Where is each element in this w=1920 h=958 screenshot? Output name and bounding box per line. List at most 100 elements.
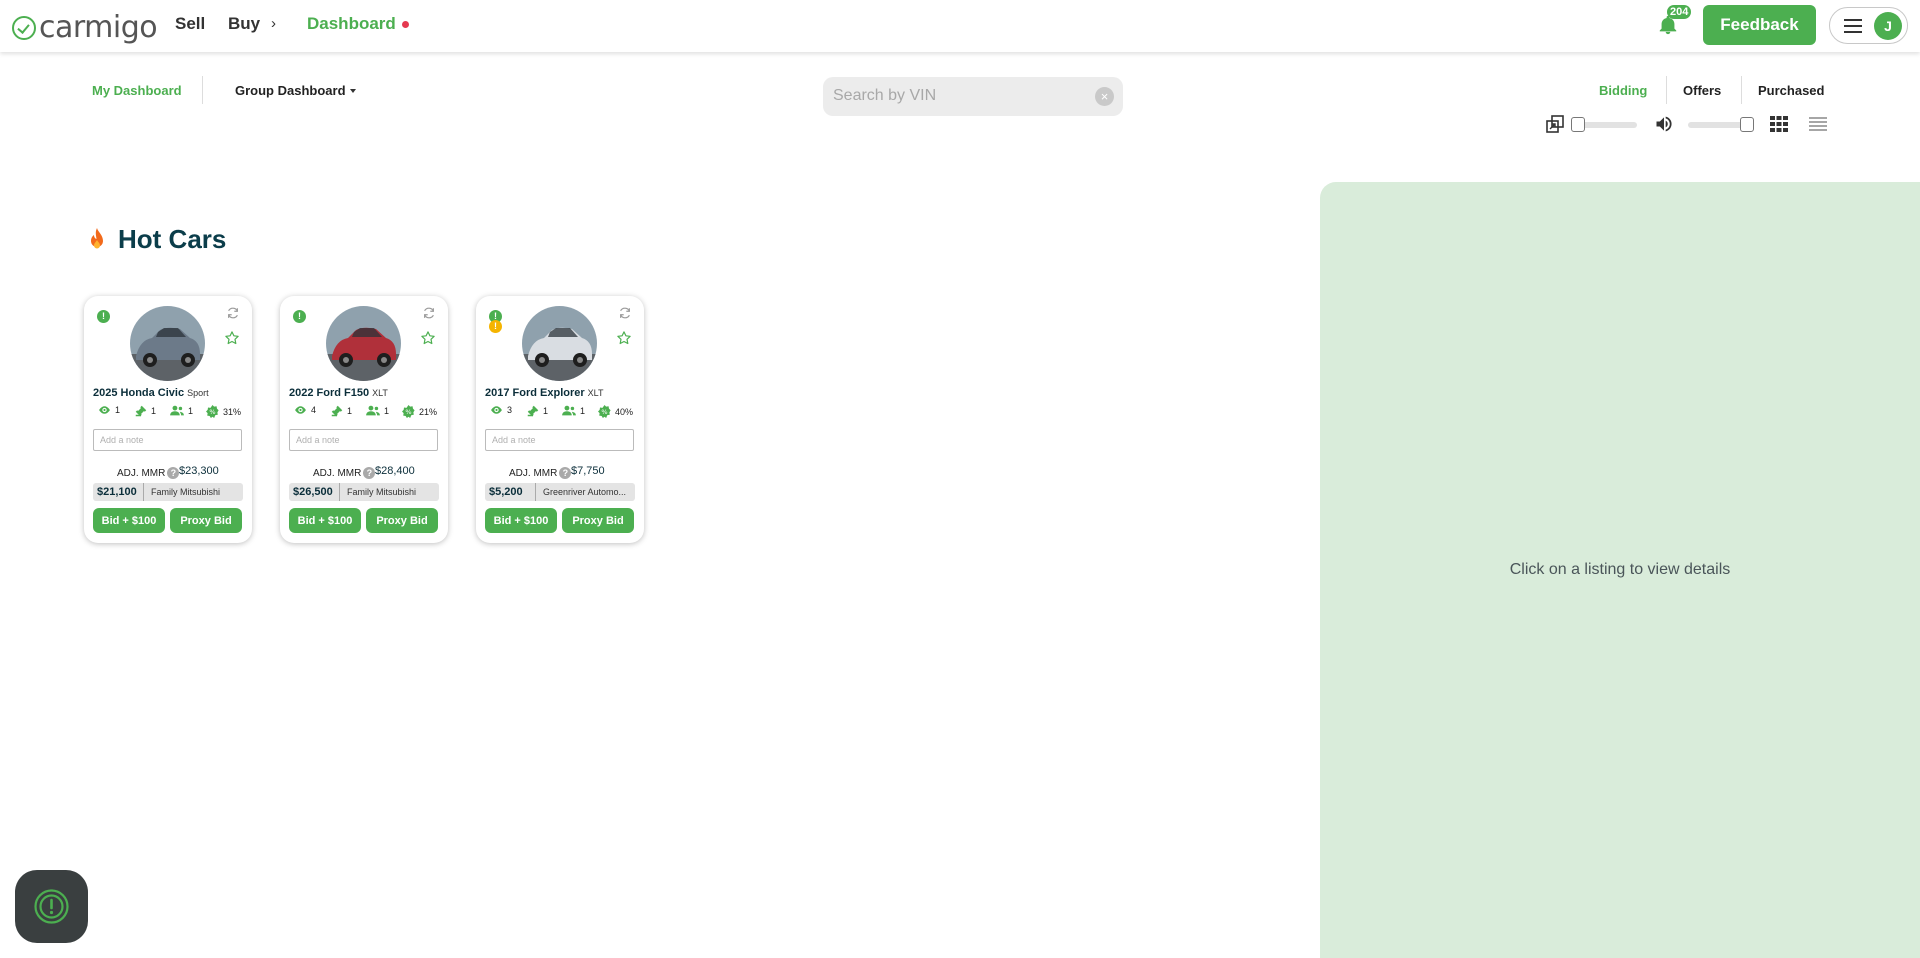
feedback-button[interactable]: Feedback (1703, 5, 1816, 45)
bidders-stat: 1 (562, 405, 585, 416)
tab-purchased[interactable]: Purchased (1758, 83, 1824, 98)
section-title-text: Hot Cars (118, 224, 227, 254)
sync-icon[interactable] (422, 306, 436, 320)
volume-slider-thumb[interactable] (1740, 117, 1754, 132)
list-icon[interactable] (1808, 116, 1828, 132)
help-icon[interactable]: ? (167, 467, 180, 479)
status-badge: ! (97, 310, 110, 323)
star-icon[interactable] (420, 330, 436, 346)
mmr-label: ADJ. MMR? (509, 467, 572, 479)
caret-down-icon[interactable] (350, 89, 356, 93)
eye-icon (491, 406, 502, 414)
svg-text:%: % (405, 408, 411, 416)
percent-stat: % 40% (598, 405, 633, 418)
empty-detail-message: Click on a listing to view details (1509, 561, 1731, 578)
percent-stat: % 31% (206, 405, 241, 418)
note-input[interactable] (289, 429, 438, 451)
proxy-bid-button[interactable]: Proxy Bid (366, 508, 438, 533)
percent-badge-icon: % (402, 405, 415, 418)
dealer-name: Family Mitsubishi (347, 487, 417, 497)
car-photo[interactable] (326, 306, 401, 381)
svg-text:%: % (209, 408, 215, 416)
listing-detail-panel: Click on a listing to view details (1320, 182, 1920, 958)
bidders-stat: 1 (366, 405, 389, 416)
note-input[interactable] (93, 429, 242, 451)
car-photo[interactable] (522, 306, 597, 381)
svg-text:%: % (601, 408, 607, 416)
mmr-value: $7,750 (571, 465, 605, 477)
bids-stat: 1 (135, 405, 156, 417)
gavel-icon (331, 405, 343, 417)
car-trim: XLT (372, 388, 388, 398)
alert-circle-icon (34, 889, 69, 924)
clear-icon[interactable]: × (1095, 87, 1114, 106)
proxy-bid-button[interactable]: Proxy Bid (562, 508, 634, 533)
tab-group-dashboard[interactable]: Group Dashboard (235, 83, 346, 98)
percent-badge-icon: % (598, 405, 611, 418)
user-menu-button[interactable]: J (1829, 7, 1908, 44)
note-input[interactable] (485, 429, 634, 451)
grid-icon[interactable] (1769, 115, 1789, 133)
users-icon (562, 405, 576, 416)
star-icon[interactable] (616, 330, 632, 346)
dealer-name: Greenriver Automo... (543, 487, 627, 497)
avatar: J (1874, 12, 1902, 40)
help-button[interactable] (15, 870, 88, 943)
resize-icon[interactable] (1545, 114, 1565, 134)
tab-offers[interactable]: Offers (1683, 83, 1721, 98)
vin-search-input[interactable] (833, 85, 1083, 107)
bid-button[interactable]: Bid + $100 (93, 508, 165, 533)
bidders-stat: 1 (170, 405, 193, 416)
card-size-slider-thumb[interactable] (1571, 117, 1585, 132)
star-icon[interactable] (224, 330, 240, 346)
car-title[interactable]: 2025 Honda Civic Sport (93, 387, 209, 399)
volume-icon[interactable] (1654, 114, 1674, 134)
nav-buy[interactable]: Buy (228, 14, 260, 34)
divider (1666, 76, 1667, 104)
percent-stat: % 21% (402, 405, 437, 418)
tab-bidding[interactable]: Bidding (1599, 83, 1647, 98)
bids-stat: 1 (331, 405, 352, 417)
chevron-right-icon[interactable]: › (271, 15, 276, 32)
tab-my-dashboard[interactable]: My Dashboard (92, 83, 182, 98)
sync-icon[interactable] (618, 306, 632, 320)
current-price: $21,100 (93, 483, 144, 501)
car-photo[interactable] (130, 306, 205, 381)
nav-dashboard[interactable]: Dashboard (307, 14, 396, 34)
help-icon[interactable]: ? (363, 467, 376, 479)
car-card[interactable]: ! 2022 Ford F150 XLT 4 1 1 % 21% Add a n… (280, 296, 448, 543)
dashboard-alert-dot (402, 21, 409, 28)
section-title: Hot Cars (86, 224, 226, 255)
car-title[interactable]: 2022 Ford F150 XLT (289, 387, 388, 399)
views-stat: 4 (294, 405, 316, 415)
views-stat: 3 (490, 405, 512, 415)
bid-button[interactable]: Bid + $100 (289, 508, 361, 533)
percent-badge-icon: % (206, 405, 219, 418)
bid-button[interactable]: Bid + $100 (485, 508, 557, 533)
carmigo-logo[interactable]: carmigo (12, 10, 158, 45)
status-badge: ! (293, 310, 306, 323)
mmr-value: $23,300 (179, 465, 219, 477)
car-title[interactable]: 2017 Ford Explorer XLT (485, 387, 604, 399)
divider (1741, 76, 1742, 104)
users-icon (366, 405, 380, 416)
mmr-label: ADJ. MMR? (313, 467, 376, 479)
sync-icon[interactable] (226, 306, 240, 320)
nav-sell[interactable]: Sell (175, 14, 205, 34)
logo-text: carmigo (39, 10, 158, 45)
vin-search: × (823, 77, 1123, 116)
price-row: $26,500 Family Mitsubishi (289, 483, 439, 501)
bids-stat: 1 (527, 405, 548, 417)
volume-slider[interactable] (1688, 117, 1754, 132)
divider (202, 76, 203, 104)
help-icon[interactable]: ? (559, 467, 572, 479)
hamburger-icon (1844, 19, 1862, 33)
gavel-icon (135, 405, 147, 417)
price-row: $21,100 Family Mitsubishi (93, 483, 243, 501)
card-size-slider[interactable] (1571, 117, 1637, 132)
car-card[interactable]: ! 2025 Honda Civic Sport 1 1 1 % 31% Add… (84, 296, 252, 543)
car-card[interactable]: !! 2017 Ford Explorer XLT 3 1 1 % 40% Ad… (476, 296, 644, 543)
proxy-bid-button[interactable]: Proxy Bid (170, 508, 242, 533)
price-row: $5,200 Greenriver Automo... (485, 483, 635, 501)
current-price: $26,500 (289, 483, 340, 501)
